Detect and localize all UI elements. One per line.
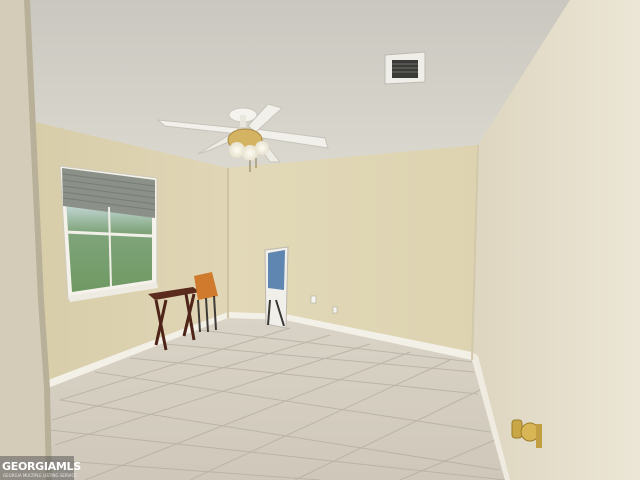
standing-mirror: [264, 246, 289, 329]
wall-outlet-2: [332, 306, 338, 314]
room-illustration: [0, 0, 640, 480]
mls-watermark: GEORGIAMLS GEORGIA MULTIPLE LISTING SERV…: [0, 456, 81, 480]
watermark-brand: GEORGIAMLS: [2, 460, 81, 473]
air-vent: [384, 51, 426, 85]
watermark-tagline: GEORGIA MULTIPLE LISTING SERVICE: [3, 473, 77, 478]
wall-outlet: [310, 295, 317, 304]
window: [59, 165, 158, 302]
room-photo: GEORGIAMLS GEORGIA MULTIPLE LISTING SERV…: [0, 0, 640, 480]
